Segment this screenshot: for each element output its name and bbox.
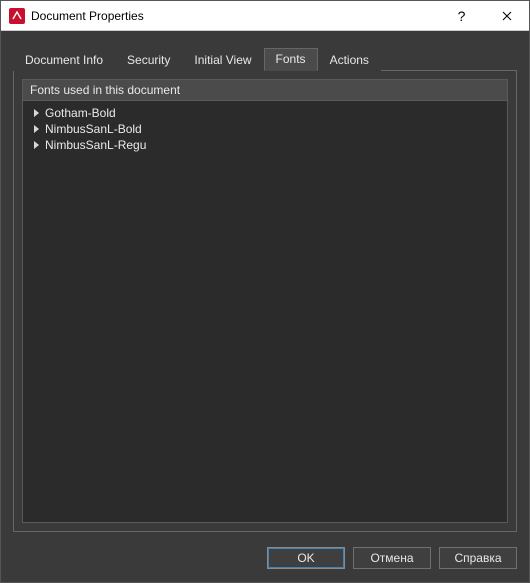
font-name: NimbusSanL-Bold (45, 122, 142, 136)
button-label: Отмена (370, 551, 413, 565)
font-item[interactable]: Gotham-Bold (23, 105, 507, 121)
app-icon (9, 8, 25, 24)
cancel-button[interactable]: Отмена (353, 547, 431, 569)
tab-label: Fonts (276, 52, 306, 66)
tab-document-info[interactable]: Document Info (13, 49, 115, 71)
tab-label: Initial View (194, 53, 251, 67)
font-item[interactable]: NimbusSanL-Bold (23, 121, 507, 137)
tab-label: Actions (330, 53, 369, 67)
expand-icon[interactable] (29, 138, 43, 152)
button-label: Справка (454, 551, 501, 565)
help-button[interactable]: ? (439, 1, 484, 31)
window-title: Document Properties (31, 9, 144, 23)
font-list[interactable]: Gotham-Bold NimbusSanL-Bold NimbusSanL-R… (22, 100, 508, 523)
tab-label: Document Info (25, 53, 103, 67)
tab-strip: Document Info Security Initial View Font… (13, 47, 517, 70)
close-button[interactable] (484, 1, 529, 31)
expand-icon[interactable] (29, 122, 43, 136)
title-bar: Document Properties ? (1, 1, 529, 31)
panel-header: Fonts used in this document (22, 79, 508, 100)
expand-icon[interactable] (29, 106, 43, 120)
client-area: Document Info Security Initial View Font… (1, 31, 529, 544)
help-dialog-button[interactable]: Справка (439, 547, 517, 569)
fonts-panel: Fonts used in this document Gotham-Bold … (13, 70, 517, 532)
button-row: OK Отмена Справка (1, 544, 529, 582)
font-name: Gotham-Bold (45, 106, 116, 120)
button-label: OK (297, 551, 314, 565)
tab-security[interactable]: Security (115, 49, 182, 71)
dialog-window: Document Properties ? Document Info Secu… (0, 0, 530, 583)
tab-initial-view[interactable]: Initial View (182, 49, 263, 71)
tab-actions[interactable]: Actions (318, 49, 381, 71)
close-icon (502, 11, 512, 21)
font-item[interactable]: NimbusSanL-Regu (23, 137, 507, 153)
font-name: NimbusSanL-Regu (45, 138, 146, 152)
help-icon: ? (458, 8, 466, 24)
tab-fonts[interactable]: Fonts (264, 48, 318, 71)
tab-label: Security (127, 53, 170, 67)
ok-button[interactable]: OK (267, 547, 345, 569)
